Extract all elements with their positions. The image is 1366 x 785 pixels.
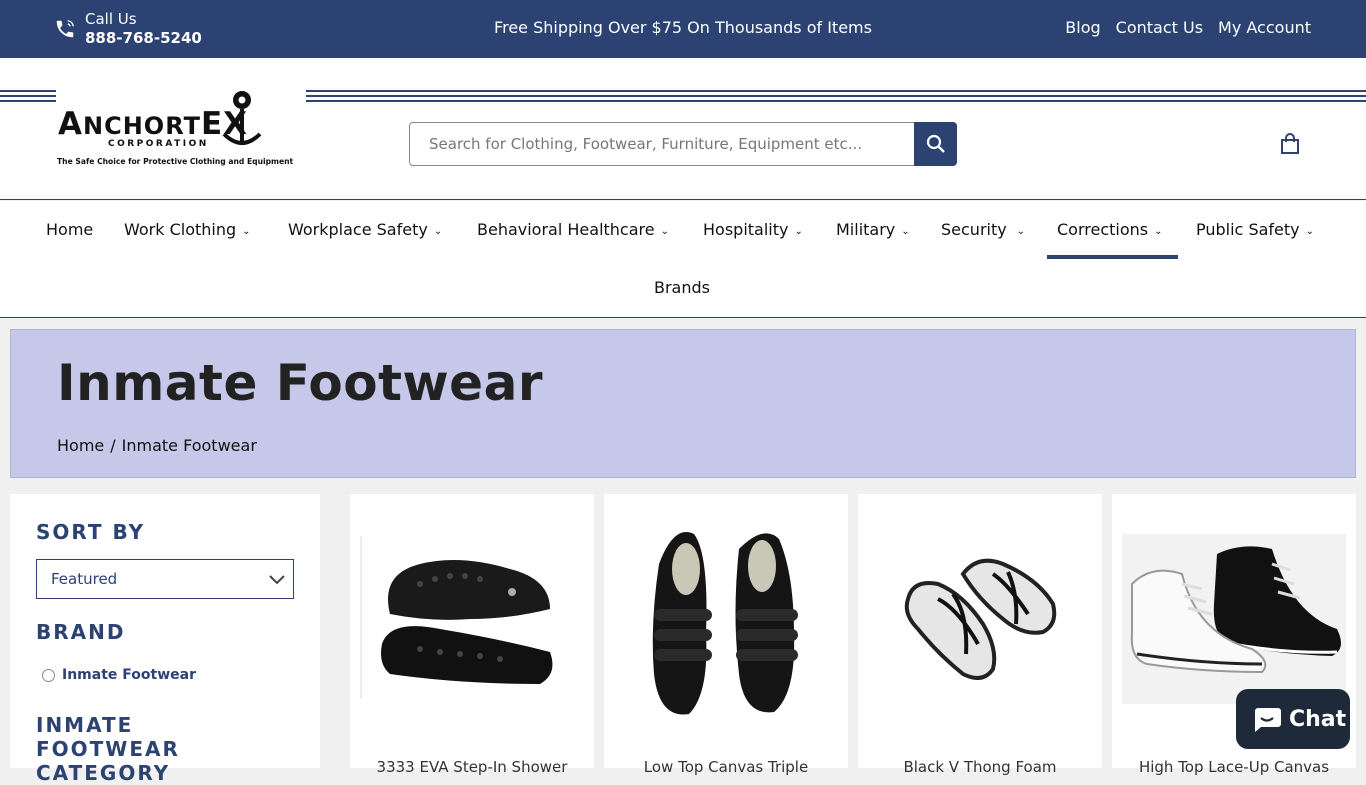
product-card[interactable]: 3333 EVA Step-In Shower [350,494,594,776]
product-card[interactable]: Low Top Canvas Triple [604,494,848,776]
logo-sub: CORPORATION [108,139,209,149]
product-title[interactable]: Black V Thong Foam [858,758,1102,776]
contact-us-link[interactable]: Contact Us [1116,18,1203,37]
breadcrumb: Home / Inmate Footwear [57,436,257,455]
nav-label: Work Clothing [124,220,237,239]
site-logo[interactable]: ANCHORTEX CORPORATION The Safe Choice fo… [56,86,306,168]
nav-public-safety[interactable]: Public Safety ⌄ [1196,220,1314,239]
breadcrumb-current: Inmate Footwear [121,436,257,455]
nav-military[interactable]: Military ⌄ [836,220,910,239]
product-image [904,558,1057,680]
nav-label: Public Safety [1196,220,1300,239]
top-bar: Call Us 888-768-5240 Free Shipping Over … [0,0,1366,58]
brand-filter-option[interactable]: Inmate Footwear [42,667,196,683]
product-title[interactable]: 3333 EVA Step-In Shower [350,758,594,776]
nav-security[interactable]: Security ⌄ [941,220,1025,239]
anchortex-logo-icon: ANCHORTEX CORPORATION The Safe Choice fo… [57,91,294,166]
product-title[interactable]: High Top Lace-Up Canvas [1112,758,1356,776]
nav-label: Security [941,220,1007,239]
chevron-down-icon: ⌄ [794,226,803,237]
nav-hospitality[interactable]: Hospitality ⌄ [703,220,803,239]
nav-work-clothing[interactable]: Work Clothing ⌄ [124,220,251,239]
my-account-link[interactable]: My Account [1218,18,1311,37]
chevron-down-icon [269,575,285,585]
collection-banner: Inmate Footwear Home / Inmate Footwear [10,329,1356,478]
chevron-down-icon: ⌄ [1154,226,1163,237]
product-card[interactable]: Black V Thong Foam [858,494,1102,776]
breadcrumb-home[interactable]: Home [57,436,104,455]
nav-workplace-safety[interactable]: Workplace Safety ⌄ [288,220,442,239]
chevron-down-icon: ⌄ [433,226,443,237]
site-header: ANCHORTEX CORPORATION The Safe Choice fo… [0,58,1366,200]
nav-brands[interactable]: Brands [654,278,710,297]
nav-label: Hospitality [703,220,789,239]
chevron-down-icon: ⌄ [242,226,251,237]
radio-button[interactable] [42,668,55,682]
product-image [652,532,798,715]
chevron-down-icon: ⌄ [1305,226,1315,237]
brand-heading: BRAND [36,620,126,644]
brand-option-label: Inmate Footwear [62,667,196,683]
search-icon [926,134,945,153]
nav-behavioral-healthcare[interactable]: Behavioral Healthcare ⌄ [477,220,669,239]
nav-label: Home [46,220,94,239]
cart-icon[interactable] [1279,133,1301,155]
main-nav: Home Work Clothing ⌄ Workplace Safety ⌄ Be… [0,201,1366,318]
nav-active-indicator [1047,255,1178,259]
category-heading: INMATE FOOTWEAR CATEGORY [36,713,180,785]
page-title: Inmate Footwear [57,354,543,412]
sort-select[interactable]: Featured [36,559,294,599]
chevron-down-icon: ⌄ [1016,226,1026,237]
svg-text:The Safe Choice for Protective: The Safe Choice for Protective Clothing … [57,157,294,166]
nav-label: Workplace Safety [288,220,428,239]
nav-label: Corrections [1057,220,1149,239]
sort-value: Featured [51,570,118,588]
search-input[interactable] [409,122,915,166]
sort-heading: SORT BY [36,520,146,544]
breadcrumb-separator: / [110,436,116,455]
chat-button[interactable]: Chat [1236,689,1350,749]
search-button[interactable] [914,122,957,166]
search-bar [409,122,957,166]
chevron-down-icon: ⌄ [660,226,669,237]
svg-text:ANCHORTEX: ANCHORTEX [58,106,248,142]
product-title[interactable]: Low Top Canvas Triple [604,758,848,776]
chat-bubble-icon [1255,708,1281,732]
filter-sidebar: SORT BY Featured BRAND Inmate Footwear I… [10,494,320,785]
nav-home[interactable]: Home [46,220,93,239]
chevron-down-icon: ⌄ [901,226,910,237]
blog-link[interactable]: Blog [1065,18,1100,37]
nav-label: Behavioral Healthcare [477,220,655,239]
top-links: Blog Contact Us My Account [1065,18,1311,37]
nav-label: Military [836,220,896,239]
nav-corrections[interactable]: Corrections ⌄ [1057,220,1163,239]
chat-label: Chat [1289,706,1347,732]
nav-label: Brands [654,278,710,297]
product-image [360,536,553,699]
